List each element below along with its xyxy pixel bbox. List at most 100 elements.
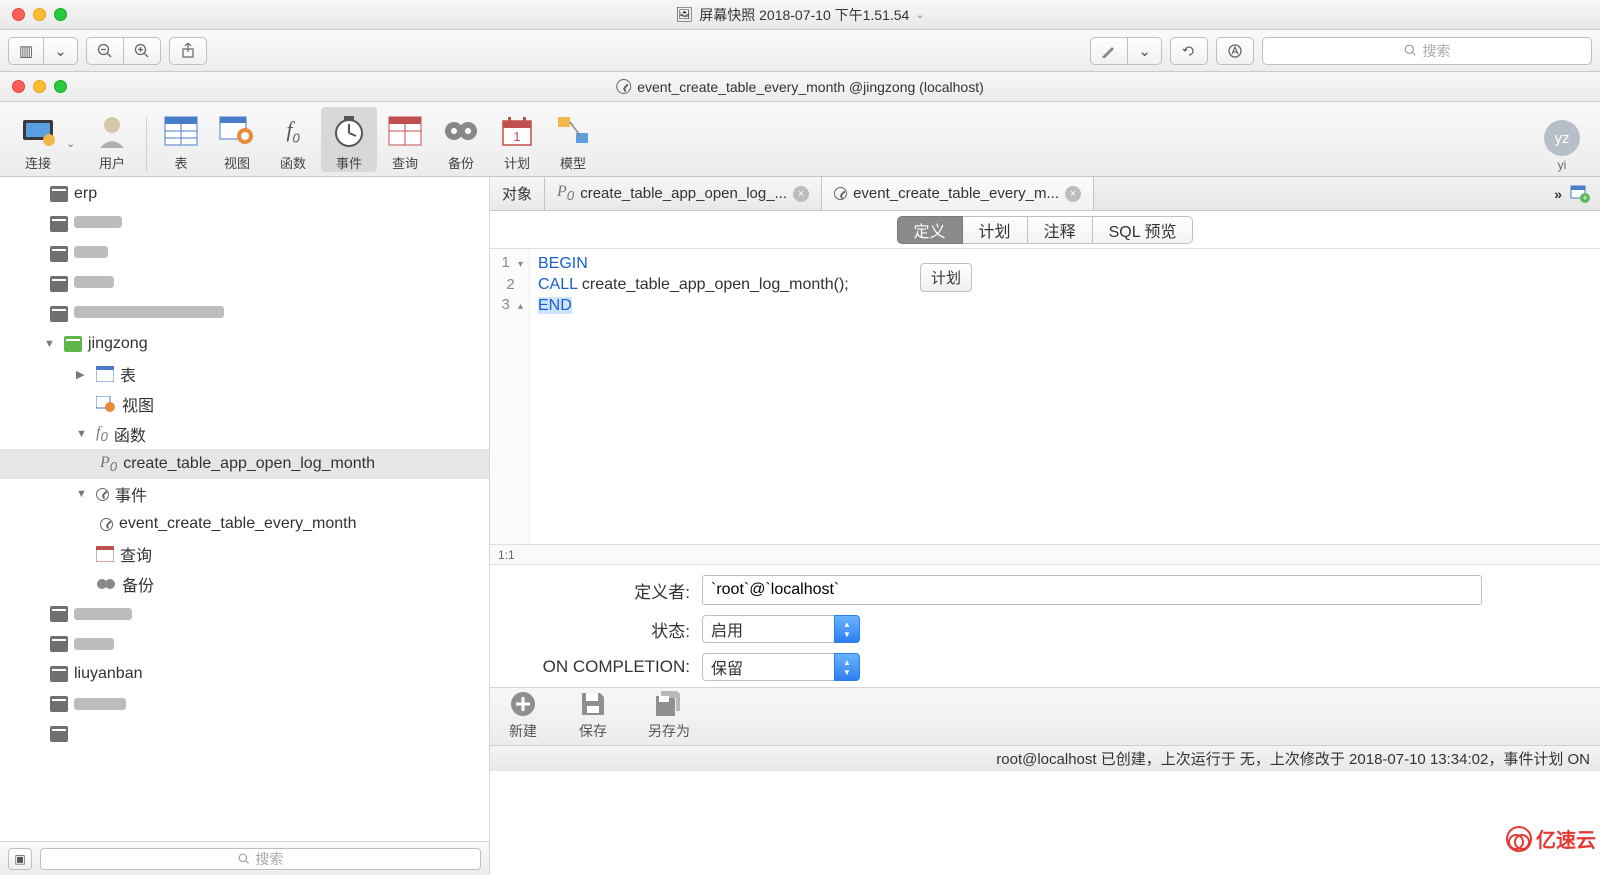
tb-user[interactable]: 用户 xyxy=(84,111,140,172)
subtab-comment[interactable]: 注释 xyxy=(1028,216,1093,244)
watermark: 亿速云 xyxy=(1506,824,1596,853)
event-form: 定义者: 状态: 启用 ▲▼ ON COMPLETION: 保留 ▲▼ xyxy=(490,564,1600,687)
navicat-title: event_create_table_every_month @jingzong… xyxy=(637,79,984,95)
database-icon xyxy=(50,666,68,682)
subtab-definition[interactable]: 定义 xyxy=(897,216,963,244)
new-tab-icon[interactable]: + xyxy=(1570,185,1590,203)
tree-function-item[interactable]: P0create_table_app_open_log_month xyxy=(0,449,489,479)
new-button[interactable]: 新建 xyxy=(508,689,538,741)
sidebar-search[interactable]: 搜索 xyxy=(40,848,481,870)
user-avatar[interactable]: yz yi xyxy=(1544,120,1590,172)
sidebar-dropdown-button[interactable]: ⌄ xyxy=(44,37,78,65)
window-title: 屏幕快照 2018-07-10 下午1.51.54 xyxy=(699,5,909,25)
procedure-icon: P0 xyxy=(557,183,574,203)
sidebar-toggle-button[interactable]: ▥ xyxy=(8,37,44,65)
database-icon xyxy=(64,336,82,352)
tree-queries[interactable]: 查询 xyxy=(0,539,489,569)
db-item[interactable] xyxy=(0,689,489,719)
tree-functions[interactable]: ▼f0函数 xyxy=(0,419,489,449)
database-icon xyxy=(50,186,68,202)
status-select[interactable]: 启用 ▲▼ xyxy=(702,615,860,643)
db-item[interactable] xyxy=(0,239,489,269)
search-field[interactable]: 搜索 xyxy=(1262,37,1592,65)
subtab-sqlpreview[interactable]: SQL 预览 xyxy=(1093,216,1194,244)
chevron-updown-icon[interactable]: ▲▼ xyxy=(834,615,860,643)
annotate-button[interactable] xyxy=(1090,37,1128,65)
definer-input[interactable] xyxy=(702,575,1482,605)
chevron-down-icon[interactable]: ▼ xyxy=(76,488,90,500)
tree-events[interactable]: ▼事件 xyxy=(0,479,489,509)
minimize-icon[interactable] xyxy=(33,80,46,93)
rotate-button[interactable] xyxy=(1170,37,1208,65)
close-icon[interactable] xyxy=(12,8,25,21)
annotate-dropdown-button[interactable]: ⌄ xyxy=(1128,37,1162,65)
tb-connection-dropdown[interactable]: ⌄ xyxy=(66,137,84,172)
sidebar: erp ▼jingzong ▶表 视图 ▼f0函数 P0create_table… xyxy=(0,177,490,875)
status-label: 状态: xyxy=(510,617,690,642)
subtab-schedule[interactable]: 计划 xyxy=(963,216,1028,244)
chevron-updown-icon[interactable]: ▲▼ xyxy=(834,653,860,681)
tab-function[interactable]: P0create_table_app_open_log_...× xyxy=(545,177,822,210)
zoom-out-button[interactable] xyxy=(86,37,124,65)
db-item[interactable]: erp xyxy=(0,179,489,209)
oncompletion-select[interactable]: 保留 ▲▼ xyxy=(702,653,860,681)
share-button[interactable] xyxy=(169,37,207,65)
db-item[interactable] xyxy=(0,719,489,749)
markup-button[interactable] xyxy=(1216,37,1254,65)
db-item[interactable] xyxy=(0,629,489,659)
database-icon xyxy=(50,246,68,262)
db-item[interactable]: liuyanban xyxy=(0,659,489,689)
navicat-window: event_create_table_every_month @jingzong… xyxy=(0,72,1600,875)
db-item-active[interactable]: ▼jingzong xyxy=(0,329,489,359)
event-icon xyxy=(616,79,631,94)
tree-backups[interactable]: 备份 xyxy=(0,569,489,599)
zoom-in-button[interactable] xyxy=(124,37,161,65)
db-item[interactable] xyxy=(0,269,489,299)
tb-query[interactable]: 查询 xyxy=(377,111,433,172)
db-item[interactable] xyxy=(0,599,489,629)
sidebar-collapse-button[interactable]: ▣ xyxy=(8,848,32,870)
chevron-down-icon[interactable]: ▼ xyxy=(44,338,58,350)
code-editor[interactable]: 1 ▾ 2 3 ▴ BEGIN CALL create_table_app_op… xyxy=(490,249,1600,544)
outer-titlebar: 🖼 屏幕快照 2018-07-10 下午1.51.54 ⌄ xyxy=(0,0,1600,30)
db-item[interactable] xyxy=(0,299,489,329)
chevron-down-icon[interactable]: ⌄ xyxy=(915,8,924,21)
tb-event[interactable]: 事件 xyxy=(321,107,377,172)
tooltip-schedule[interactable]: 计划 xyxy=(920,263,972,292)
close-icon[interactable] xyxy=(12,80,25,93)
code-body[interactable]: BEGIN CALL create_table_app_open_log_mon… xyxy=(530,249,1600,544)
preview-toolbar: ▥ ⌄ ⌄ 搜索 xyxy=(0,30,1600,72)
database-icon xyxy=(50,696,68,712)
tree-event-item[interactable]: event_create_table_every_month xyxy=(0,509,489,539)
chevron-right-icon[interactable]: ▶ xyxy=(76,368,90,381)
tab-event[interactable]: event_create_table_every_m...× xyxy=(822,177,1094,210)
oncompletion-label: ON COMPLETION: xyxy=(510,657,690,677)
bottom-toolbar: 新建 保存 另存为 xyxy=(490,687,1600,745)
close-icon[interactable]: × xyxy=(793,186,809,202)
maximize-icon[interactable] xyxy=(54,80,67,93)
tab-overflow-button[interactable]: » xyxy=(1554,186,1562,202)
tb-view[interactable]: 视图 xyxy=(209,111,265,172)
watermark-logo-icon xyxy=(1506,826,1532,852)
svg-text:+: + xyxy=(1582,193,1587,203)
tb-schedule[interactable]: 1 计划 xyxy=(489,111,545,172)
chevron-down-icon[interactable]: ▼ xyxy=(76,428,90,440)
tree-views[interactable]: 视图 xyxy=(0,389,489,419)
close-icon[interactable]: × xyxy=(1065,186,1081,202)
event-icon xyxy=(834,187,847,200)
saveas-button[interactable]: 另存为 xyxy=(648,689,690,741)
save-button[interactable]: 保存 xyxy=(578,689,608,741)
database-icon xyxy=(50,306,68,322)
tb-function[interactable]: f0 函数 xyxy=(265,111,321,172)
db-item[interactable] xyxy=(0,209,489,239)
minimize-icon[interactable] xyxy=(33,8,46,21)
maximize-icon[interactable] xyxy=(54,8,67,21)
tb-table[interactable]: 表 xyxy=(153,111,209,172)
image-file-icon: 🖼 xyxy=(675,6,693,23)
tb-backup[interactable]: 备份 xyxy=(433,111,489,172)
tab-objects[interactable]: 对象 xyxy=(490,177,545,210)
tree-tables[interactable]: ▶表 xyxy=(0,359,489,389)
tb-model[interactable]: 模型 xyxy=(545,111,601,172)
tb-connection[interactable]: 连接 xyxy=(10,111,66,172)
connection-tree[interactable]: erp ▼jingzong ▶表 视图 ▼f0函数 P0create_table… xyxy=(0,177,489,841)
